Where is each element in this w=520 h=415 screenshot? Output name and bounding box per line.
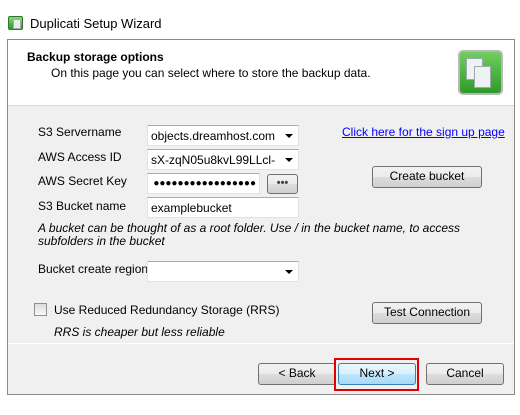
cancel-button[interactable]: Cancel [426,363,504,385]
reveal-key-button[interactable]: ••• [267,174,298,194]
create-bucket-button[interactable]: Create bucket [372,166,482,188]
access-id-value: sX-zqN05u8kvL99LLcl- [151,153,276,167]
bucket-note: A bucket can be thought of as a root fol… [38,221,461,248]
servername-value: objects.dreamhost.com [151,129,276,143]
rrs-checkbox[interactable] [34,303,47,316]
region-label: Bucket create region [38,262,149,276]
test-connection-button[interactable]: Test Connection [372,302,482,324]
storage-icon [458,50,503,95]
access-id-combo[interactable]: sX-zqN05u8kvL99LLcl- [147,149,299,170]
rrs-note: RRS is cheaper but less reliable [54,325,225,339]
next-button[interactable]: Next > [338,363,416,385]
bucket-name-field[interactable]: examplebucket [147,197,299,218]
wizard-header: Backup storage options On this page you … [8,40,514,106]
region-combo[interactable] [147,261,299,282]
servername-combo[interactable]: objects.dreamhost.com [147,125,299,146]
footer-divider [8,343,514,344]
page-title: Backup storage options [27,50,164,64]
secret-key-label: AWS Secret Key [38,174,127,188]
chevron-down-icon[interactable] [285,270,293,274]
rrs-label[interactable]: Use Reduced Redundancy Storage (RRS) [54,303,279,317]
chevron-down-icon[interactable] [285,158,293,162]
wizard-panel: Backup storage options On this page you … [7,39,515,395]
bucket-label: S3 Bucket name [38,199,127,213]
app-icon [8,16,23,30]
page-subtitle: On this page you can select where to sto… [51,66,371,80]
back-button[interactable]: < Back [258,363,336,385]
chevron-down-icon[interactable] [285,134,293,138]
secret-key-field[interactable]: ●●●●●●●●●●●●●●●●● [147,173,260,194]
servername-label: S3 Servername [38,125,122,139]
signup-link[interactable]: Click here for the sign up page [342,125,505,139]
window-title: Duplicati Setup Wizard [30,16,162,31]
access-id-label: AWS Access ID [38,150,122,164]
